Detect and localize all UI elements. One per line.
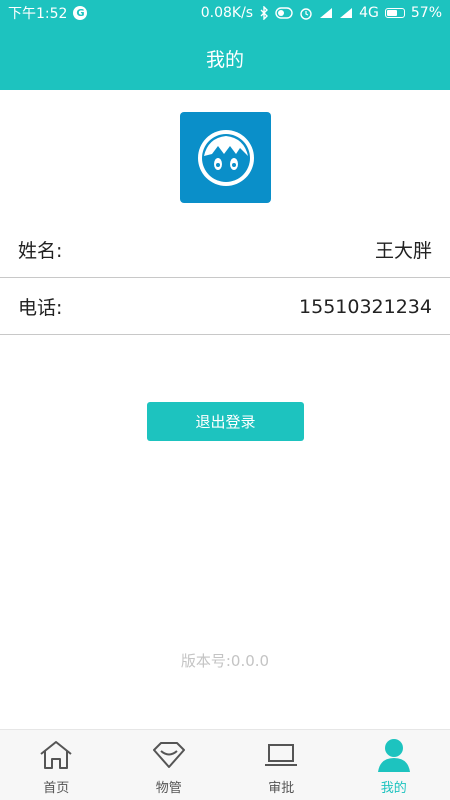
home-icon [38, 737, 74, 773]
nav-label-mine: 我的 [380, 780, 407, 796]
phone-row: 电话: 15510321234 [0, 279, 450, 335]
version-text: 版本号:0.0.0 [180, 652, 270, 670]
face-icon [197, 129, 254, 186]
nav-label-property: 物管 [155, 780, 182, 796]
name-row: 姓名: 王大胖 [0, 222, 450, 278]
avatar[interactable] [180, 112, 271, 203]
battery-icon [384, 8, 405, 18]
user-icon [376, 737, 412, 773]
laptop-icon [263, 737, 299, 773]
nav-label-approval: 审批 [268, 780, 295, 796]
network-type: 4G [359, 5, 379, 21]
gem-icon [151, 737, 187, 773]
bluetooth-icon [259, 6, 269, 20]
signal-icon-2 [339, 7, 353, 19]
nav-item-home[interactable]: 首页 [0, 730, 113, 800]
name-value: 王大胖 [374, 240, 432, 262]
alarm-icon [299, 6, 313, 20]
toggle-icon [275, 7, 293, 19]
status-time: 下午1:52 [8, 6, 68, 22]
title-bar: 我的 [0, 26, 450, 90]
nav-item-mine[interactable]: 我的 [338, 730, 450, 800]
network-speed: 0.08K/s [200, 5, 254, 21]
nav-label-home: 首页 [43, 780, 70, 796]
status-right: 0.08K/s 4G 57% [201, 5, 442, 21]
google-icon: G [73, 6, 88, 20]
battery-percent: 57% [410, 5, 442, 21]
bottom-nav: 首页 物管 审批 我的 [0, 729, 450, 800]
phone-label: 电话: [18, 297, 63, 319]
logout-button[interactable]: 退出登录 [147, 402, 304, 441]
status-left: 下午1:52 G [8, 3, 88, 23]
page-title: 我的 [205, 48, 244, 71]
phone-value: 15510321234 [299, 295, 432, 318]
status-bar: 下午1:52 G 0.08K/s 4G 57% [0, 0, 450, 26]
signal-icon-1 [319, 7, 333, 19]
name-label: 姓名: [18, 240, 63, 262]
nav-item-approval[interactable]: 审批 [225, 730, 338, 800]
nav-item-property[interactable]: 物管 [113, 730, 226, 800]
